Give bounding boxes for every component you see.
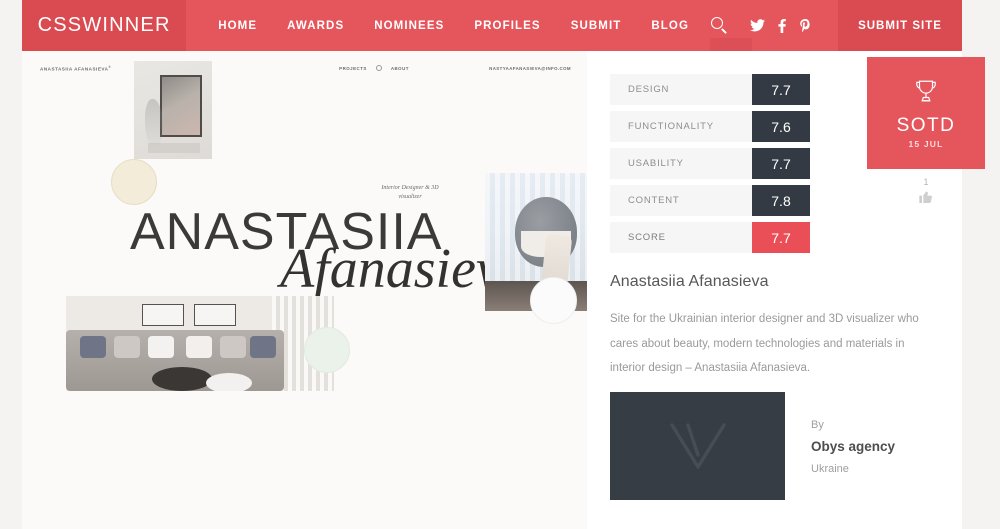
nav-item-submit[interactable]: SUBMIT (571, 20, 622, 32)
rating-value: 7.7 (752, 148, 810, 179)
nav-item-blog[interactable]: BLOG (651, 20, 689, 32)
rating-value: 7.7 (752, 74, 810, 105)
rating-value: 7.6 (752, 111, 810, 142)
agency-name[interactable]: Obys agency (811, 439, 895, 454)
agency-meta: By Obys agency Ukraine (811, 392, 895, 500)
active-tab-indicator (710, 38, 752, 51)
preview-nav-projects[interactable]: PROJECTS (339, 66, 367, 71)
like-widget[interactable]: 1 (867, 177, 985, 210)
rating-label: DESIGN (610, 74, 752, 105)
facebook-icon[interactable] (778, 18, 786, 33)
nav-item-awards[interactable]: AWARDS (287, 20, 344, 32)
score-label: SCORE (610, 222, 752, 253)
social-links (750, 0, 838, 51)
logo[interactable]: CSSWINNER (22, 0, 187, 51)
rating-row-usability: USABILITY 7.7 (610, 148, 810, 179)
rating-label: CONTENT (610, 185, 752, 216)
submit-site-label: SUBMIT SITE (858, 19, 942, 32)
preview-subtitle: Interior Designer & 3D visualizer (381, 185, 439, 200)
like-count: 1 (923, 177, 929, 187)
rating-row-score: SCORE 7.7 (610, 222, 810, 253)
agency-by-label: By (811, 419, 824, 431)
twitter-icon[interactable] (750, 19, 765, 32)
award-date: 15 JUL (908, 138, 944, 149)
agency-block[interactable]: By Obys agency Ukraine (610, 392, 895, 500)
rating-row-functionality: FUNCTIONALITY 7.6 (610, 111, 810, 142)
rating-label: FUNCTIONALITY (610, 111, 752, 142)
award-badge[interactable]: SOTD 15 JUL (867, 57, 985, 169)
rating-row-design: DESIGN 7.7 (610, 74, 810, 105)
submit-site-button[interactable]: SUBMIT SITE (838, 0, 962, 51)
decorative-circle-cream (111, 159, 157, 205)
rating-row-content: CONTENT 7.8 (610, 185, 810, 216)
pinterest-icon[interactable] (799, 18, 812, 33)
trophy-icon (913, 78, 939, 109)
preview-art-photo (134, 61, 212, 159)
preview-nav: PROJECTS ABOUT (339, 65, 409, 72)
rating-value: 7.8 (752, 185, 810, 216)
site-description-block: Anastasiia Afanasieva Site for the Ukrai… (610, 273, 940, 381)
site-title: Anastasiia Afanasieva (610, 273, 769, 290)
site-preview[interactable]: ANASTASIIA AFANASIEVA® PROJECTS ABOUT NA… (22, 51, 587, 529)
logo-text: CSSWINNER (37, 14, 171, 36)
preview-brand: ANASTASIIA AFANASIEVA® (40, 65, 112, 72)
preview-nav-about[interactable]: ABOUT (391, 66, 409, 71)
site-description: Site for the Ukrainian interior designer… (610, 313, 919, 375)
preview-email[interactable]: NASTYAAFANASIEVA@INFO.COM (489, 66, 571, 71)
award-title: SOTD (896, 114, 956, 136)
page-shell: ANASTASIIA AFANASIEVA® PROJECTS ABOUT NA… (22, 51, 985, 529)
registered-mark: ® (108, 65, 112, 69)
rating-label: USABILITY (610, 148, 752, 179)
score-value: 7.7 (752, 222, 810, 253)
preview-livingroom-photo (66, 296, 334, 391)
agency-country: Ukraine (811, 463, 849, 475)
thumbs-up-icon[interactable] (918, 189, 934, 210)
decorative-circle-green (304, 327, 350, 373)
main-nav: HOME AWARDS NOMINEES PROFILES SUBMIT BLO… (186, 0, 689, 51)
details-sidebar: DESIGN 7.7 FUNCTIONALITY 7.6 USABILITY 7… (587, 51, 985, 529)
decorative-circle-white (530, 277, 577, 324)
agency-logo[interactable] (610, 392, 785, 500)
preview-topbar: ANASTASIIA AFANASIEVA® PROJECTS ABOUT NA… (40, 65, 571, 72)
search-icon[interactable] (711, 17, 728, 34)
nav-item-home[interactable]: HOME (218, 20, 257, 32)
ratings-table: DESIGN 7.7 FUNCTIONALITY 7.6 USABILITY 7… (610, 74, 810, 259)
globe-icon (375, 65, 382, 72)
nav-item-nominees[interactable]: NOMINEES (374, 20, 444, 32)
nav-item-profiles[interactable]: PROFILES (474, 20, 540, 32)
site-header: CSSWINNER HOME AWARDS NOMINEES PROFILES … (22, 0, 962, 51)
